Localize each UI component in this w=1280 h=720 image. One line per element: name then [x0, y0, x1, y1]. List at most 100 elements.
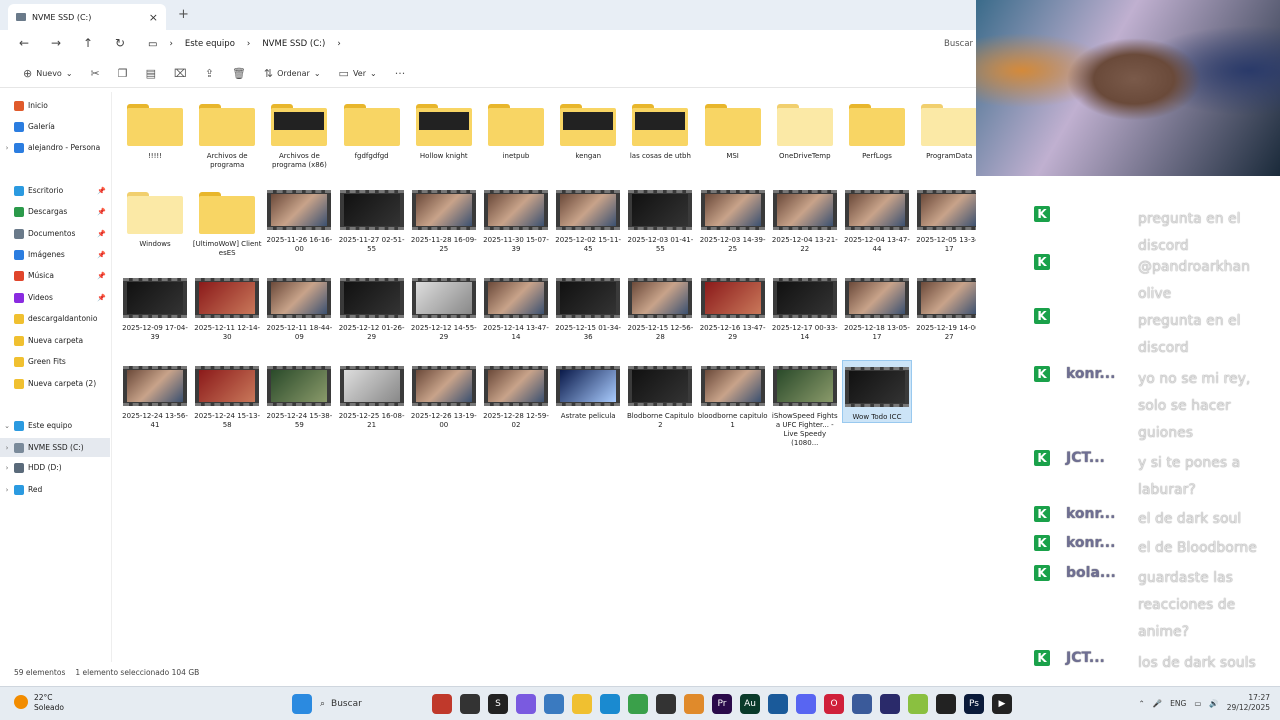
delete-button[interactable]: 🗑 — [223, 67, 255, 80]
chrome-icon[interactable] — [628, 694, 648, 714]
back-icon[interactable]: ← — [8, 36, 40, 50]
new-tab-button[interactable]: + — [178, 7, 189, 22]
sidebar-item-escritorio[interactable]: Escritorio 📌 — [0, 181, 110, 200]
more-button[interactable]: ··· — [386, 67, 415, 80]
sidebar-item-im-genes[interactable]: Imágenes 📌 — [0, 245, 110, 264]
pin-icon[interactable]: 📌 — [97, 208, 106, 216]
volume-icon[interactable]: 🔊 — [1209, 699, 1218, 708]
sidebar-item-alejandro-persona[interactable]: › alejandro - Persona — [0, 138, 110, 157]
video-item[interactable]: 2025-12-17 00-33-14 — [770, 272, 840, 342]
video-item[interactable]: bloodborne capitulo 1 — [698, 360, 768, 430]
video-item[interactable]: 2025-12-26 13-19-00 — [409, 360, 479, 430]
app-icon[interactable] — [908, 694, 928, 714]
video-item[interactable]: 2025-12-03 01-41-55 — [625, 184, 695, 254]
tab-nvme[interactable]: NVME SSD (C:) × — [8, 4, 166, 30]
pin-icon[interactable]: 📌 — [97, 272, 106, 280]
folder-item[interactable]: OneDriveTemp — [770, 96, 840, 161]
video-item[interactable]: iShowSpeed Fights a UFC Fighter... - Liv… — [770, 360, 840, 448]
video-item[interactable]: Blodborne Capitulo 2 — [625, 360, 695, 430]
sidebar-item-videos[interactable]: Videos 📌 — [0, 288, 110, 307]
video-item[interactable]: 2025-12-15 12-56-28 — [625, 272, 695, 342]
folder-item[interactable]: inetpub — [481, 96, 551, 161]
sidebar-item-nvme-ssd-c-[interactable]: › NVME SSD (C:) — [0, 438, 110, 457]
breadcrumb-drive[interactable]: NVME SSD (C:) — [262, 39, 325, 49]
sidebar-item-galer-a[interactable]: Galería — [0, 117, 110, 136]
app-icon[interactable] — [544, 694, 564, 714]
language-indicator[interactable]: ENG — [1170, 699, 1186, 708]
video-item[interactable]: 2025-12-11 18-44-09 — [264, 272, 334, 342]
pin-icon[interactable]: 📌 — [97, 230, 106, 238]
taskbar-search[interactable]: ⌕ Buscar — [320, 693, 424, 715]
pin-icon[interactable]: 📌 — [97, 294, 106, 302]
paste-button[interactable]: ▤ — [137, 67, 165, 80]
app-icon[interactable] — [852, 694, 872, 714]
folder-item[interactable]: PerfLogs — [842, 96, 912, 161]
video-item[interactable]: 2025-12-18 13-05-17 — [842, 272, 912, 342]
video-item[interactable]: Wow Todo ICC — [842, 360, 912, 423]
folder-item[interactable]: fgdfgdfgd — [337, 96, 407, 161]
sidebar-item-hdd-d-[interactable]: › HDD (D:) — [0, 458, 110, 477]
app-icon[interactable]: S — [488, 694, 508, 714]
sidebar-item-nueva-carpeta[interactable]: Nueva carpeta — [0, 331, 110, 350]
video-item[interactable]: 2025-12-25 16-08-21 — [337, 360, 407, 430]
video-item[interactable]: 2025-12-19 14-00-27 — [914, 272, 984, 342]
folder-item[interactable]: kengan — [553, 96, 623, 161]
file-explorer-icon[interactable] — [572, 694, 592, 714]
video-item[interactable]: 2025-11-27 02-51-55 — [337, 184, 407, 254]
video-item[interactable]: 2025-12-02 15-11-45 — [553, 184, 623, 254]
video-item[interactable]: 2025-12-15 01-34-36 — [553, 272, 623, 342]
discord-icon[interactable] — [796, 694, 816, 714]
rename-button[interactable]: ⌧ — [165, 67, 196, 80]
folder-item[interactable]: las cosas de utbh — [625, 96, 695, 161]
video-item[interactable]: 2025-11-30 15-07-39 — [481, 184, 551, 254]
view-button[interactable]: ▭ Ver ⌄ — [330, 67, 386, 80]
folder-item[interactable]: ProgramData — [914, 96, 984, 161]
forward-icon[interactable]: → — [40, 36, 72, 50]
video-item[interactable]: Astrate pelicula — [553, 360, 623, 421]
taskview-icon[interactable] — [460, 694, 480, 714]
sidebar-item-inicio[interactable]: Inicio — [0, 96, 110, 115]
weather-widget[interactable]: 22°C Soleado — [14, 693, 64, 713]
premiere-icon[interactable]: Pr — [712, 694, 732, 714]
chevron-icon[interactable]: › — [0, 464, 14, 472]
folder-item[interactable]: !!!!! — [120, 96, 190, 161]
sidebar-item-documentos[interactable]: Documentos 📌 — [0, 224, 110, 243]
video-item[interactable]: 2025-12-05 13-34-17 — [914, 184, 984, 254]
sidebar-item-m-sica[interactable]: Música 📌 — [0, 266, 110, 285]
video-item[interactable]: 2025-12-04 13-21-22 — [770, 184, 840, 254]
folder-item[interactable]: Windows — [120, 184, 190, 249]
chevron-icon[interactable]: › — [0, 486, 14, 494]
cut-button[interactable]: ✂ — [82, 67, 109, 80]
clock[interactable]: 17:27 29/12/2025 — [1227, 693, 1270, 713]
app-icon[interactable] — [768, 694, 788, 714]
video-item[interactable]: 2025-12-03 14-39-25 — [698, 184, 768, 254]
audition-icon[interactable]: Au — [740, 694, 760, 714]
video-item[interactable]: 2025-12-04 13-47-44 — [842, 184, 912, 254]
address-bar[interactable]: ▭ › Este equipo › NVME SSD (C:) › — [140, 34, 935, 54]
video-item[interactable]: 2025-12-09 17-04-39 — [120, 272, 190, 342]
folder-item[interactable]: MSI — [698, 96, 768, 161]
copy-button[interactable]: ❐ — [109, 67, 137, 80]
video-item[interactable]: 2025-12-24 15-13-58 — [192, 360, 262, 430]
app-icon[interactable] — [432, 694, 452, 714]
share-button[interactable]: ⇪ — [196, 67, 223, 80]
network-icon[interactable]: ▭ — [1194, 699, 1201, 708]
video-item[interactable]: 2025-12-12 01-26-29 — [337, 272, 407, 342]
video-item[interactable]: 2025-12-16 13-47-29 — [698, 272, 768, 342]
folder-item[interactable]: [UltimoWoW] Client esES — [192, 184, 262, 258]
app-icon[interactable] — [936, 694, 956, 714]
photoshop-icon[interactable]: Ps — [964, 694, 984, 714]
refresh-icon[interactable]: ↻ — [104, 36, 136, 50]
new-button[interactable]: ⊕ Nuevo ⌄ — [14, 67, 82, 80]
video-item[interactable]: 2025-12-28 12-59-02 — [481, 360, 551, 430]
video-item[interactable]: 2025-12-11 12-14-30 — [192, 272, 262, 342]
sidebar-item-green-fits[interactable]: Green Fits — [0, 352, 110, 371]
breadcrumb-pc[interactable]: Este equipo — [185, 39, 235, 49]
mic-icon[interactable]: 🎤 — [1153, 699, 1162, 708]
video-item[interactable]: 2025-11-26 16-16-00 — [264, 184, 334, 254]
chevron-icon[interactable]: › — [0, 444, 14, 452]
chevron-icon[interactable]: › — [0, 144, 14, 152]
sort-button[interactable]: ⇅ Ordenar ⌄ — [255, 67, 330, 80]
sidebar-item-red[interactable]: › Red — [0, 480, 110, 499]
app-icon[interactable] — [684, 694, 704, 714]
